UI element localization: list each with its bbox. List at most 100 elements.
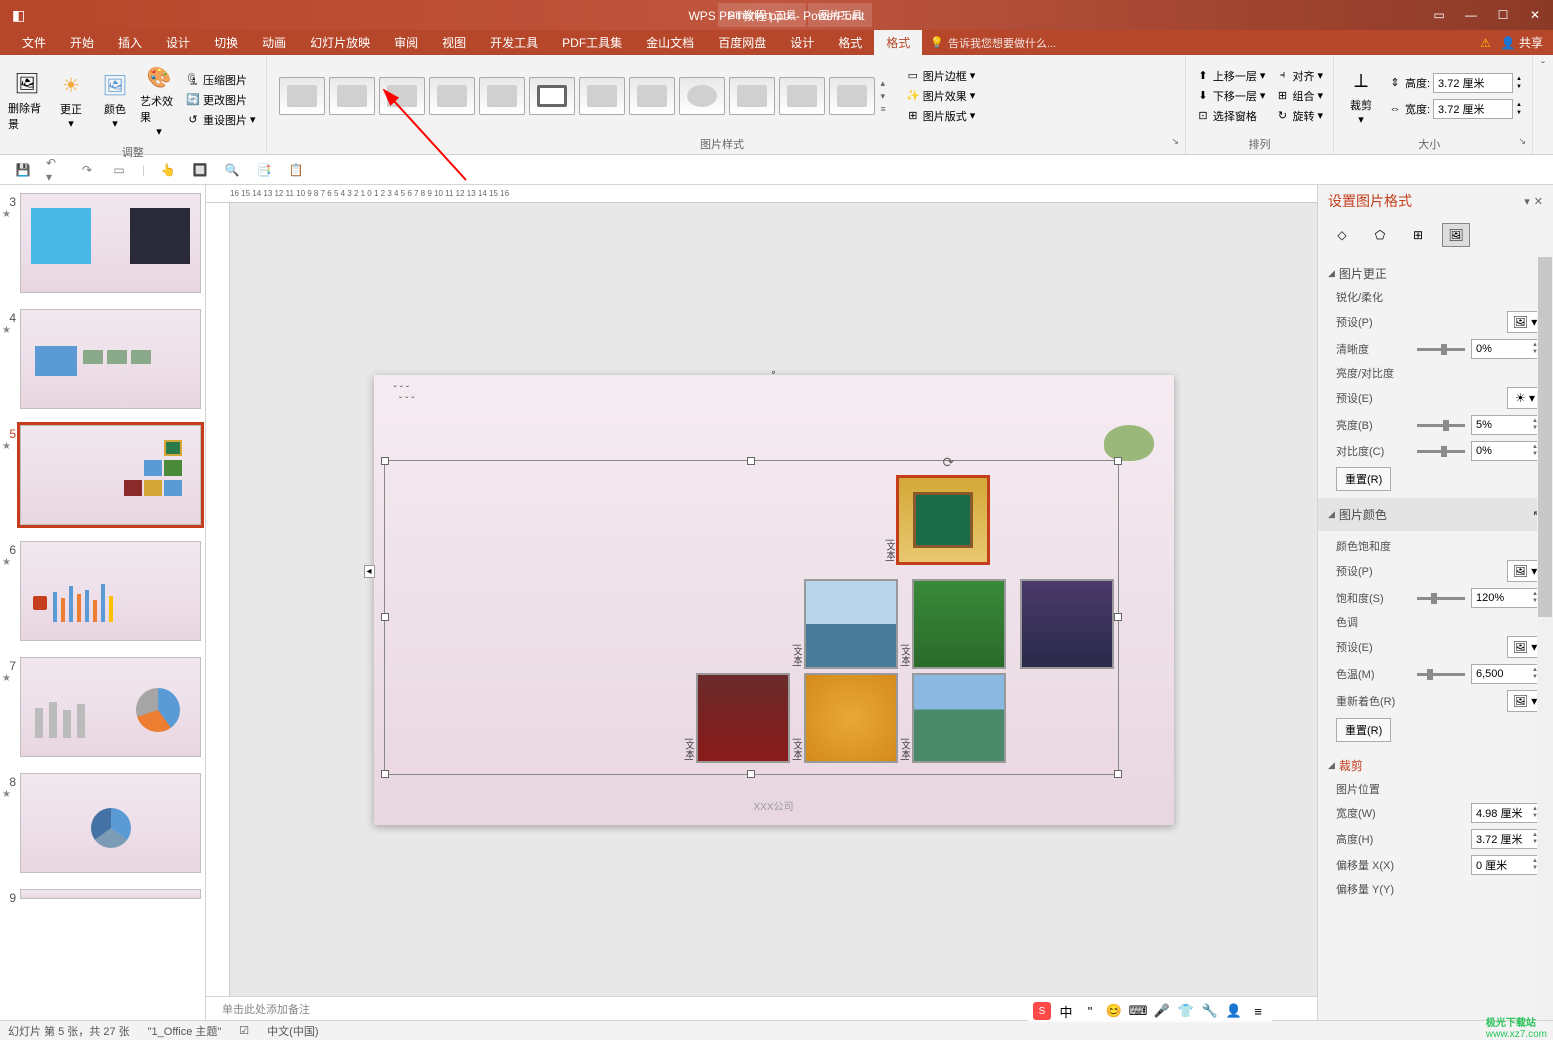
share-button[interactable]: 👤 共享 — [1501, 34, 1543, 51]
ime-punct-icon[interactable]: " — [1081, 1002, 1099, 1020]
align-button[interactable]: ⫞对齐 ▾ — [1271, 67, 1327, 85]
pic-corrections-header[interactable]: ◢图片更正 — [1328, 261, 1543, 286]
style-thumb-10[interactable] — [729, 77, 775, 115]
ime-user-icon[interactable]: 👤 — [1225, 1002, 1243, 1020]
reset-corrections-button[interactable]: 重置(R) — [1336, 467, 1391, 491]
close-button[interactable]: ✕ — [1525, 8, 1545, 22]
ime-settings-icon[interactable]: ≡ — [1249, 1002, 1267, 1020]
touch-mode-icon[interactable]: 👆 — [159, 161, 177, 179]
style-thumb-7[interactable] — [579, 77, 625, 115]
qat-icon-5[interactable]: 📋 — [287, 161, 305, 179]
tab-jinshan[interactable]: 金山文档 — [634, 30, 706, 55]
crop-width-input[interactable]: 4.98 厘米▲▼ — [1471, 803, 1543, 823]
tab-transitions[interactable]: 切换 — [202, 30, 250, 55]
pic-color-header[interactable]: ◢图片颜色↖ — [1328, 502, 1543, 527]
temp-slider[interactable] — [1417, 673, 1465, 676]
language-status[interactable]: 中文(中国) — [267, 1023, 318, 1039]
style-thumb-11[interactable] — [779, 77, 825, 115]
saturation-input[interactable]: 120%▲▼ — [1471, 588, 1543, 608]
effects-tab[interactable]: ⬠ — [1366, 223, 1394, 247]
reset-color-button[interactable]: 重置(R) — [1336, 718, 1391, 742]
artistic-button[interactable]: 🎨 艺术效果▾ — [138, 57, 180, 142]
reset-picture-button[interactable]: ↺重设图片 ▾ — [182, 111, 260, 129]
picture-border-button[interactable]: ▭图片边框 ▾ — [902, 67, 980, 85]
slide-thumb-8[interactable]: 8★ — [0, 765, 205, 881]
slide-canvas[interactable]: ˇ ˇ ˇ ˇ ˇ ˇ ◦ ◂ ⟳ |文本| |文 — [230, 203, 1317, 996]
offset-x-input[interactable]: 0 厘米▲▼ — [1471, 855, 1543, 875]
minimize-button[interactable]: — — [1461, 8, 1481, 22]
crop-height-input[interactable]: 3.72 厘米▲▼ — [1471, 829, 1543, 849]
crop-header[interactable]: ◢裁剪 — [1328, 753, 1543, 778]
bring-forward-button[interactable]: ⬆上移一层 ▾ — [1192, 67, 1270, 85]
style-thumb-4[interactable] — [429, 77, 475, 115]
image-row1-selected[interactable]: ⟳ |文本| — [896, 475, 990, 565]
qat-icon-4[interactable]: 📑 — [255, 161, 273, 179]
sharpness-input[interactable]: 0%▲▼ — [1471, 339, 1543, 359]
ime-voice-icon[interactable]: 🎤 — [1153, 1002, 1171, 1020]
qat-icon-3[interactable]: 🔍 — [223, 161, 241, 179]
group-button[interactable]: ⊞组合 ▾ — [1271, 87, 1327, 105]
pane-scrollbar[interactable] — [1537, 257, 1553, 1020]
contrast-input[interactable]: 0%▲▼ — [1471, 441, 1543, 461]
fill-line-tab[interactable]: ◇ — [1328, 223, 1356, 247]
slide-thumb-6[interactable]: 6★ — [0, 533, 205, 649]
height-input[interactable] — [1433, 73, 1513, 93]
style-thumb-1[interactable] — [279, 77, 325, 115]
maximize-button[interactable]: ☐ — [1493, 8, 1513, 22]
compress-button[interactable]: 🗜压缩图片 — [182, 71, 260, 89]
style-thumb-9[interactable] — [679, 77, 725, 115]
sharpness-slider[interactable] — [1417, 348, 1465, 351]
rotate-button[interactable]: ↻旋转 ▾ — [1271, 107, 1327, 125]
tab-baidu[interactable]: 百度网盘 — [706, 30, 778, 55]
pane-close-button[interactable]: ✕ — [1534, 195, 1543, 208]
brightness-slider[interactable] — [1417, 424, 1465, 427]
gallery-more-icon[interactable]: ≡ — [881, 104, 886, 114]
tab-insert[interactable]: 插入 — [106, 30, 154, 55]
ribbon-options-icon[interactable]: ▭ — [1429, 8, 1449, 22]
send-backward-button[interactable]: ⬇下移一层 ▾ — [1192, 87, 1270, 105]
style-thumb-2[interactable] — [329, 77, 375, 115]
gallery-up-icon[interactable]: ▴ — [881, 78, 886, 89]
redo-button[interactable]: ↷ — [78, 161, 96, 179]
color-button[interactable]: 🖼 颜色▾ — [94, 57, 136, 142]
tell-me-search[interactable]: 💡 告诉我您想要做什么... — [922, 31, 1064, 55]
temp-input[interactable]: 6,500▲▼ — [1471, 664, 1543, 684]
tab-slideshow[interactable]: 幻灯片放映 — [298, 30, 382, 55]
tab-view[interactable]: 视图 — [430, 30, 478, 55]
image-row3-2[interactable]: |文本| — [804, 673, 898, 763]
picture-styles-gallery[interactable]: ▴ ▾ ≡ — [273, 57, 894, 134]
selection-pane-button[interactable]: ⊡选择窗格 — [1192, 107, 1270, 125]
slide-thumb-7[interactable]: 7★ — [0, 649, 205, 765]
ime-emoji-icon[interactable]: 😊 — [1105, 1002, 1123, 1020]
image-row3-3[interactable]: |文本| — [912, 673, 1006, 763]
picture-effects-button[interactable]: ✨图片效果 ▾ — [902, 87, 980, 105]
slide-thumb-5[interactable]: 5★ — [0, 417, 205, 533]
gallery-down-icon[interactable]: ▾ — [881, 91, 886, 102]
style-thumb-5[interactable] — [479, 77, 525, 115]
contrast-slider[interactable] — [1417, 450, 1465, 453]
tab-review[interactable]: 审阅 — [382, 30, 430, 55]
slide-thumb-9[interactable]: 9 — [0, 881, 205, 913]
style-thumb-3[interactable] — [379, 77, 425, 115]
pane-dropdown-icon[interactable]: ▾ — [1524, 195, 1530, 208]
tab-file[interactable]: 文件 — [10, 30, 58, 55]
save-button[interactable]: 💾 — [14, 161, 32, 179]
rotate-handle-icon[interactable]: ⟳ — [943, 454, 955, 471]
style-thumb-6[interactable] — [529, 77, 575, 115]
collapse-ribbon-icon[interactable]: ˇ — [1533, 55, 1553, 154]
slide-thumb-3[interactable]: 3★ — [0, 185, 205, 301]
image-row2-2[interactable]: |文本| — [912, 579, 1006, 669]
change-picture-button[interactable]: 🔄更改图片 — [182, 91, 260, 109]
slide-thumbnail-panel[interactable]: 3★ 4★ 5★ — [0, 185, 206, 1020]
tab-developer[interactable]: 开发工具 — [478, 30, 550, 55]
image-row2-3[interactable] — [1020, 579, 1114, 669]
ime-cn-icon[interactable]: 中 — [1057, 1002, 1075, 1020]
remove-background-button[interactable]: 🖼 删除背景 — [6, 57, 48, 142]
qat-icon-2[interactable]: 🔲 — [191, 161, 209, 179]
corrections-button[interactable]: ☀ 更正▾ — [50, 57, 92, 142]
brightness-input[interactable]: 5%▲▼ — [1471, 415, 1543, 435]
tab-animations[interactable]: 动画 — [250, 30, 298, 55]
ime-keyboard-icon[interactable]: ⌨ — [1129, 1002, 1147, 1020]
image-row3-1[interactable]: |文本| — [696, 673, 790, 763]
image-row2-1[interactable]: |文本| — [804, 579, 898, 669]
